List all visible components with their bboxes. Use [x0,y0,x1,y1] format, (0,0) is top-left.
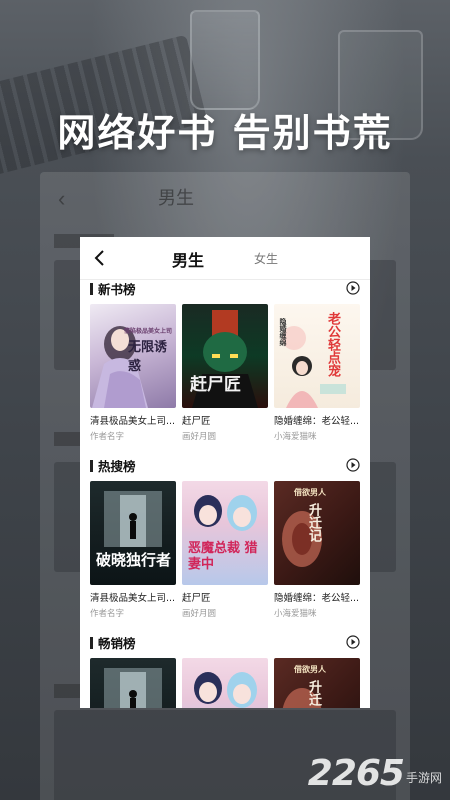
ghost-tab-male: 男生 [158,188,194,208]
ghost-header: ‹ 男生 [40,172,410,222]
book-row: 破晓独行者 清县极品美女上司... 作者名字 恶魔总裁 猎妻中 赶尸匠 画好月圆 [90,481,360,619]
book-cover [182,658,268,708]
book-title: 隐婚缠绵：老公轻... [274,416,360,427]
cover-title: 赶尸匠 [190,375,241,395]
book-row: 情陷极品美女上司 无限诱惑 清县极品美女上司... 作者名字 赶尸匠 赶尸匠 画… [90,304,360,442]
book-author: 小海爱猫咪 [274,432,317,442]
section-title: 热搜榜 [98,459,136,474]
book-title: 清县极品美女上司... [90,416,176,427]
section-best-sellers: 畅销榜 借欲男人 升迁 [80,632,370,708]
book-cover: 借欲男人 升迁 [274,658,360,708]
more-arrow-icon[interactable] [346,281,360,295]
book-cover: 隐婚缠绵 老公轻点宠 [274,304,360,408]
section-title: 新书榜 [98,282,136,297]
book-cover: 借欲男人 升迁记 [274,481,360,585]
book-author: 小海爱猫咪 [274,609,317,619]
top-bar: 男生 女生 [80,237,370,279]
section-header: 新书榜 [80,278,370,300]
more-arrow-icon[interactable] [346,458,360,472]
promo-headline: 网络好书 告别书荒 [57,111,393,155]
site-watermark: 2265 手游网 [308,753,442,794]
book-card[interactable]: 借欲男人 升迁 [274,658,360,708]
section-hot-search: 热搜榜 破晓独行者 清县极品美女上司... 作者名字 恶魔总裁 猎妻中 赶尸匠 … [80,455,370,625]
book-author: 画好月圆 [182,609,217,619]
cover-title: 升迁 [306,680,321,706]
section-accent-bar [90,637,93,649]
book-row: 借欲男人 升迁 [90,658,360,708]
section-header: 热搜榜 [80,455,370,477]
book-cover: 破晓独行者 [90,481,176,585]
book-cover: 情陷极品美女上司 无限诱惑 [90,304,176,408]
book-card[interactable]: 赶尸匠 赶尸匠 画好月圆 [182,304,268,442]
cover-title: 无限诱惑 [128,340,168,374]
book-cover [90,658,176,708]
cover-subtitle: 借欲男人 [294,487,326,497]
watermark-brand: 2265 [307,753,405,794]
more-arrow-icon[interactable] [346,635,360,649]
section-accent-bar [90,460,93,472]
cover-illustration [194,672,257,708]
section-title: 畅销榜 [98,636,136,651]
book-card[interactable] [182,658,268,708]
cover-subtitle: 隐婚缠绵 [279,318,288,346]
book-card[interactable]: 破晓独行者 清县极品美女上司... 作者名字 [90,481,176,619]
book-cover: 赶尸匠 [182,304,268,408]
book-author: 作者名字 [90,609,125,619]
book-card[interactable]: 借欲男人 升迁记 隐婚缠绵：老公轻... 小海爱猫咪 [274,481,360,619]
cover-subtitle: 借欲男人 [294,664,326,674]
section-new-books: 新书榜 情陷极品美女上司 无限诱惑 清县极品美女上司... 作者名字 赶尸匠 赶… [80,278,370,448]
cover-title: 升迁记 [306,503,321,542]
book-author: 画好月圆 [182,432,217,442]
book-title: 清县极品美女上司... [90,593,176,604]
book-card[interactable]: 恶魔总裁 猎妻中 赶尸匠 画好月圆 [182,481,268,619]
book-card[interactable]: 隐婚缠绵 老公轻点宠 隐婚缠绵：老公轻... 小海爱猫咪 [274,304,360,442]
cover-title: 破晓独行者 [96,551,172,569]
back-arrow-icon[interactable] [90,248,110,268]
cover-title: 老公轻点宠 [325,312,340,377]
book-title: 赶尸匠 [182,593,211,604]
watermark-suffix: 手游网 [405,771,442,785]
book-cover: 恶魔总裁 猎妻中 [182,481,268,585]
cover-subtitle: 情陷极品美女上司 [124,328,173,335]
section-header: 畅销榜 [80,632,370,654]
book-author: 作者名字 [90,432,125,442]
book-card[interactable] [90,658,176,708]
cover-illustration [104,668,162,708]
tab-male[interactable]: 男生 [172,247,204,271]
section-accent-bar [90,283,93,295]
book-card[interactable]: 情陷极品美女上司 无限诱惑 清县极品美女上司... 作者名字 [90,304,176,442]
tab-female[interactable]: 女生 [254,250,278,267]
cover-title: 恶魔总裁 猎妻中 [188,541,258,572]
ghost-back-icon: ‹ [58,186,66,211]
background-glass [190,10,260,110]
book-title: 赶尸匠 [182,416,211,427]
book-title: 隐婚缠绵：老公轻... [274,593,360,604]
phone-screen: 男生 女生 新书榜 情陷极品美女上司 无限诱惑 清县极品美女上司... 作者名字… [80,237,370,708]
